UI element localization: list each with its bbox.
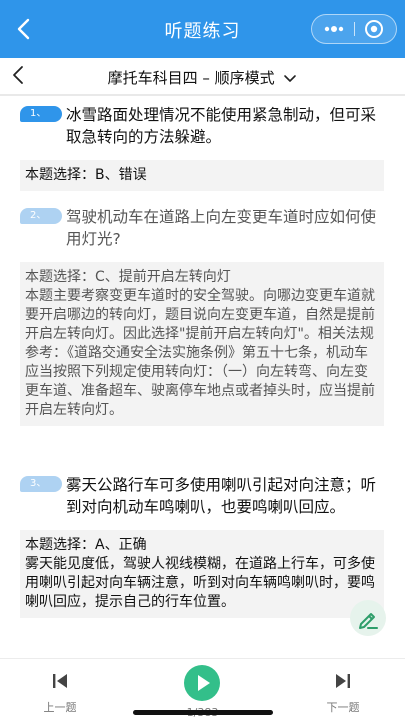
answer-explanation: 本题主要考察变更车道时的安全驾驶。向哪边变更车道就要开启哪边的转向灯，题目说向左… bbox=[25, 288, 375, 418]
edit-floating-button[interactable] bbox=[350, 600, 386, 636]
question-text: 驾驶机动车在道路上向左变更车道时应如何使用灯光? bbox=[66, 208, 377, 248]
answer-explanation: 雾天能见度低，驾驶人视线模糊，在道路上行车，可多使用喇叭引起对向车辆注意，听到对… bbox=[25, 556, 375, 610]
answer-choice: 本题选择：B、错误 bbox=[25, 167, 147, 183]
question-text: 冰雪路面处理情况不能使用紧急制动，但可采取急转向的方法躲避。 bbox=[66, 106, 377, 146]
skip-next-icon bbox=[336, 674, 350, 688]
play-button[interactable] bbox=[184, 665, 220, 701]
answer-box: 本题选择：C、提前开启左转向灯 本题主要考察变更车道时的安全驾驶。向哪边变更车道… bbox=[20, 262, 384, 426]
question-item[interactable]: 1、 冰雪路面处理情况不能使用紧急制动，但可采取急转向的方法躲避。 本题选择：B… bbox=[20, 104, 384, 191]
next-label: 下一题 bbox=[326, 701, 360, 714]
close-miniprogram-icon[interactable] bbox=[355, 15, 396, 43]
question-text-row: 2、 驾驶机动车在道路上向左变更车道时应如何使用灯光? bbox=[20, 206, 384, 250]
answer-choice: 本题选择：A、正确 bbox=[25, 537, 147, 553]
question-item[interactable]: 3、 雾天公路行车可多使用喇叭引起对向注意；听到对向机动车鸣喇叭，也要鸣喇叭回应… bbox=[20, 474, 384, 618]
header-divider bbox=[0, 94, 405, 96]
mini-program-header: 听题练习 bbox=[0, 0, 405, 58]
question-item[interactable]: 2、 驾驶机动车在道路上向左变更车道时应如何使用灯光? 本题选择：C、提前开启左… bbox=[20, 206, 384, 426]
mode-selector[interactable]: 摩托车科目四 – 顺序模式 bbox=[0, 67, 405, 88]
question-number-badge: 2、 bbox=[20, 208, 62, 224]
skip-previous-icon bbox=[53, 674, 67, 688]
question-text-row: 1、 冰雪路面处理情况不能使用紧急制动，但可采取急转向的方法躲避。 bbox=[20, 104, 384, 148]
question-text-row: 3、 雾天公路行车可多使用喇叭引起对向注意；听到对向机动车鸣喇叭，也要鸣喇叭回应… bbox=[20, 474, 384, 518]
question-number-badge: 3、 bbox=[20, 476, 62, 492]
play-icon bbox=[198, 675, 210, 691]
question-number-badge: 1、 bbox=[20, 106, 62, 122]
capsule-menu bbox=[311, 14, 397, 44]
answer-box: 本题选择：B、错误 bbox=[20, 160, 384, 191]
question-text: 雾天公路行车可多使用喇叭引起对向注意；听到对向机动车鸣喇叭，也要鸣喇叭回应。 bbox=[66, 476, 377, 516]
answer-box: 本题选择：A、正确 雾天能见度低，驾驶人视线模糊，在道路上行车，可多使用喇叭引起… bbox=[20, 530, 384, 618]
more-dots-icon[interactable] bbox=[312, 15, 355, 43]
next-question-button[interactable]: 下一题 bbox=[308, 671, 378, 715]
chevron-down-icon bbox=[284, 74, 297, 82]
home-indicator bbox=[133, 710, 273, 715]
mode-title: 摩托车科目四 – 顺序模式 bbox=[107, 69, 275, 87]
answer-choice: 本题选择：C、提前开启左转向灯 bbox=[25, 269, 231, 285]
pen-icon bbox=[359, 613, 378, 629]
mode-header: 摩托车科目四 – 顺序模式 bbox=[0, 58, 405, 94]
